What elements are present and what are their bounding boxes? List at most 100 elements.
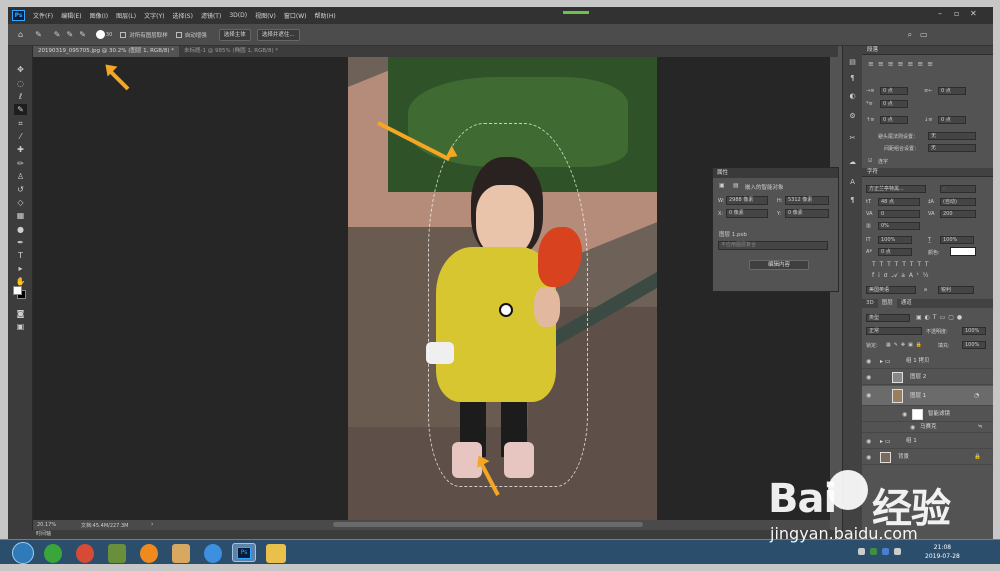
minecraft-app-icon[interactable] (108, 544, 126, 563)
edit-contents-button[interactable]: 编辑内容 (749, 260, 809, 270)
baseline-field[interactable]: 0 点 (878, 248, 912, 256)
history-panel-icon[interactable]: ▤ (847, 58, 858, 67)
properties-panel-icon[interactable]: ⚙ (847, 112, 858, 121)
layer-row-background[interactable]: ◉ 背景 🔒 (862, 450, 993, 465)
foreground-color-swatch[interactable] (13, 286, 22, 295)
filter-options-icon[interactable]: ≒ (978, 422, 983, 433)
close-icon[interactable]: ✕ (970, 9, 977, 18)
quick-mask-icon[interactable]: ◙ (14, 308, 27, 319)
lasso-tool-icon[interactable]: ℓ (14, 91, 27, 102)
tracking-field[interactable]: 200 (940, 210, 976, 218)
brush-size-icon[interactable] (95, 30, 105, 39)
add-selection-icon[interactable]: ✎ (66, 30, 73, 39)
tray-security-icon[interactable] (870, 548, 877, 555)
tools-panel-icon[interactable]: ✂ (847, 134, 858, 143)
visibility-eye-icon[interactable]: ◉ (910, 422, 915, 433)
space-before-field[interactable]: 0 点 (880, 116, 908, 124)
timeline-panel[interactable]: 时间轴 (8, 530, 838, 539)
hyphenate-checkbox[interactable]: ☑ (868, 158, 872, 164)
document-image[interactable] (348, 57, 657, 520)
type-style-buttons[interactable]: TTTTTTTT (872, 261, 982, 268)
cloud-panel-icon[interactable]: ☁ (847, 158, 858, 167)
chrome-app-icon[interactable] (76, 544, 94, 563)
search-icon[interactable]: ⌕ (908, 30, 912, 40)
tab-layers[interactable]: 图层 (877, 299, 897, 308)
brush-tool-icon[interactable]: ✏ (14, 158, 27, 169)
menu-edit[interactable]: 编辑(E) (61, 11, 81, 20)
space-after-field[interactable]: 0 点 (938, 116, 966, 124)
menu-layer[interactable]: 图层(L) (116, 11, 136, 20)
visibility-eye-icon[interactable]: ◉ (866, 370, 871, 385)
layer-comp-select[interactable]: 不应用图层复合 (718, 241, 828, 250)
menu-3d[interactable]: 3D(D) (229, 12, 247, 19)
zoom-level[interactable]: 20.17% (37, 522, 56, 528)
mojikumi-select[interactable]: 无 (928, 144, 976, 152)
x-field[interactable]: 0 像素 (726, 209, 768, 218)
visibility-eye-icon[interactable]: ◉ (866, 386, 871, 406)
pen-tool-icon[interactable]: ✒ (14, 237, 27, 248)
photoshop-taskbar-icon[interactable]: Ps (232, 543, 256, 562)
tray-volume-icon[interactable] (894, 548, 901, 555)
visibility-eye-icon[interactable]: ◉ (866, 354, 871, 369)
indent-right-field[interactable]: 0 点 (938, 87, 966, 95)
menu-filter[interactable]: 滤镜(T) (201, 11, 221, 20)
restore-icon[interactable]: ▫ (954, 9, 959, 18)
height-field[interactable]: 5312 像素 (785, 196, 829, 205)
first-line-field[interactable]: 0 点 (880, 100, 908, 108)
firefox-app-icon[interactable] (140, 544, 158, 563)
taskbar-clock[interactable]: 21:08 2019-07-28 (925, 543, 960, 561)
layer-filter-icons[interactable]: ▣◐T▭▢● (916, 314, 988, 321)
dodge-tool-icon[interactable]: ● (14, 224, 27, 235)
tray-network-icon[interactable] (882, 548, 889, 555)
paragraph-panel-icon[interactable]: ¶ (847, 74, 858, 83)
tab-document-photo[interactable]: 20190319_095705.jpg @ 30.2% (图层 1, RGB/8… (33, 46, 179, 57)
healing-tool-icon[interactable]: ✚ (14, 144, 27, 155)
tray-arrow-icon[interactable] (858, 548, 865, 555)
workspace-icon[interactable]: ▭ (920, 30, 928, 39)
language-select[interactable]: 美国英语 (866, 286, 916, 294)
indent-left-field[interactable]: 0 点 (880, 87, 908, 95)
type-tool-icon[interactable]: T (14, 250, 27, 261)
visibility-eye-icon[interactable]: ◉ (866, 434, 871, 449)
lock-icons[interactable]: ▦✎✥▣🔒 (886, 342, 925, 348)
opentype-buttons[interactable]: fiσ𝒜aAᵗ½ (872, 272, 982, 280)
layer-row-layer2[interactable]: ◉ 图层 2 (862, 370, 993, 385)
crop-tool-icon[interactable]: ⌗ (14, 118, 27, 129)
minimize-icon[interactable]: – (938, 9, 942, 18)
tab-document-untitled[interactable]: 未标题-1 @ 985% (椭圆 1, RGB/8) * (179, 46, 283, 57)
explorer-app-icon[interactable] (266, 544, 286, 563)
stamp-tool-icon[interactable]: ♙ (14, 171, 27, 182)
path-select-icon[interactable]: ▸ (14, 263, 27, 274)
new-selection-icon[interactable]: ✎ (54, 30, 61, 39)
start-button-icon[interactable] (12, 542, 34, 564)
notes-app-icon[interactable] (172, 544, 190, 563)
kinsoku-select[interactable]: 无 (928, 132, 976, 140)
fill-field[interactable]: 100% (962, 341, 986, 349)
layer-row-group1[interactable]: ◉ ▸ ▭ 组 1 (862, 434, 993, 449)
menu-image[interactable]: 图像(I) (90, 11, 108, 20)
eraser-tool-icon[interactable]: ◇ (14, 197, 27, 208)
menu-type[interactable]: 文字(Y) (144, 11, 164, 20)
subtract-selection-icon[interactable]: ✎ (79, 30, 86, 39)
adjust-panel-icon[interactable]: ◐ (847, 92, 858, 101)
paragraph-panel-title[interactable]: 段落 (862, 46, 993, 55)
opacity-field[interactable]: 100% (962, 327, 986, 335)
horizontal-scale-field[interactable]: 100% (940, 236, 974, 244)
align-right-icon[interactable]: ≡ (888, 60, 894, 69)
layer-row-layer1[interactable]: ◉ 图层 1 ◔ (862, 386, 993, 406)
ie-app-icon[interactable] (44, 544, 62, 563)
character-panel-title[interactable]: 字符 (862, 168, 993, 177)
justify-last-left-icon[interactable]: ≡ (898, 60, 904, 69)
select-and-mask-button[interactable]: 选择并遮住... (256, 28, 300, 41)
menu-view[interactable]: 视图(V) (255, 11, 276, 20)
blend-mode-select[interactable]: 正常 (866, 327, 922, 335)
align-left-icon[interactable]: ≡ (868, 60, 874, 69)
justify-all-icon[interactable]: ≡ (927, 60, 933, 69)
anti-alias-select[interactable]: 锐利 (938, 286, 974, 294)
visibility-eye-icon[interactable]: ◉ (902, 407, 907, 422)
y-field[interactable]: 0 像素 (785, 209, 829, 218)
justify-last-right-icon[interactable]: ≡ (917, 60, 923, 69)
sample-all-layers-checkbox[interactable] (120, 31, 127, 38)
visibility-eye-icon[interactable]: ◉ (866, 450, 871, 465)
eyedropper-tool-icon[interactable]: ⁄ (14, 131, 27, 142)
